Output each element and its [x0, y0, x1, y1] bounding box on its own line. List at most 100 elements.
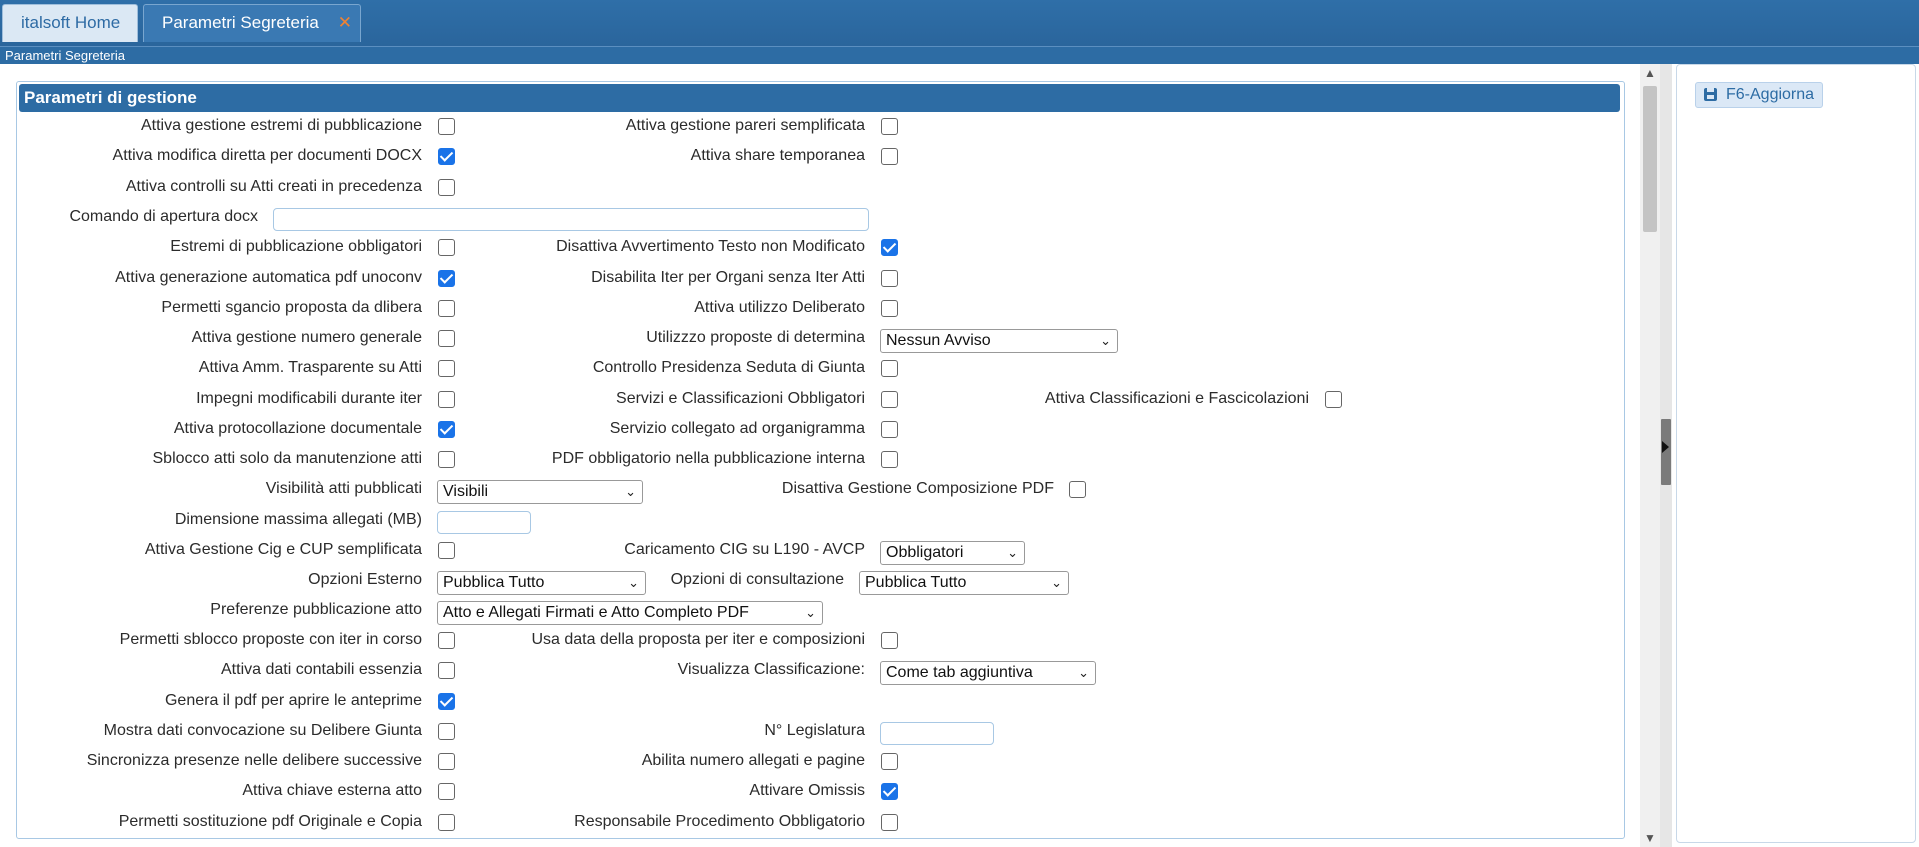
- label-visualizza-classificazione: Visualizza Classificazione:: [677, 661, 865, 678]
- scroll-down-icon[interactable]: ▼: [1644, 831, 1656, 845]
- checkbox-amm-trasparente[interactable]: [438, 360, 455, 377]
- chevron-down-icon: ⌄: [628, 575, 639, 590]
- close-tab-icon[interactable]: ✕: [338, 5, 352, 41]
- label-sgancio-proposta: Permetti sgancio proposta da dlibera: [161, 299, 422, 316]
- label-sblocco-iter: Permetti sblocco proposte con iter in co…: [119, 631, 422, 648]
- input-dimensione-allegati[interactable]: [437, 511, 531, 534]
- checkbox-modifica-docx[interactable]: [438, 148, 455, 165]
- parametri-panel: Parametri di gestione Attiva gestione es…: [16, 81, 1625, 839]
- chevron-down-icon: ⌄: [1051, 575, 1062, 590]
- top-tab-bar: italsoft Home Parametri Segreteria ✕: [0, 0, 1919, 46]
- chevron-down-icon: ⌄: [625, 484, 636, 499]
- label-dati-contabili: Attiva dati contabili essenzia: [221, 661, 422, 678]
- select-value: Come tab aggiuntiva: [886, 664, 1033, 681]
- checkbox-dati-contabili[interactable]: [438, 662, 455, 679]
- checkbox-share-temporanea[interactable]: [881, 148, 898, 165]
- label-controlli-atti: Attiva controlli su Atti creati in prece…: [125, 178, 422, 195]
- label-visibilita-atti: Visibilità atti pubblicati: [265, 480, 422, 497]
- checkbox-cig-cup[interactable]: [438, 542, 455, 559]
- checkbox-presidenza-giunta[interactable]: [881, 360, 898, 377]
- scrollbar-thumb[interactable]: [1643, 86, 1657, 232]
- label-pdf-anteprime: Genera il pdf per aprire le anteprime: [164, 692, 422, 709]
- tab-italsoft-home[interactable]: italsoft Home: [2, 4, 138, 42]
- vertical-scrollbar[interactable]: ▲ ▼: [1640, 64, 1660, 847]
- update-button-label: F6-Aggiorna: [1726, 86, 1815, 103]
- label-legislatura: N° Legislatura: [764, 722, 865, 739]
- select-opzioni-esterno[interactable]: Pubblica Tutto ⌄: [437, 571, 646, 595]
- label-data-proposta: Usa data della proposta per iter e compo…: [531, 631, 865, 648]
- checkbox-estremi-obbligatori[interactable]: [438, 239, 455, 256]
- form-pane: Parametri di gestione Attiva gestione es…: [0, 64, 1660, 847]
- checkbox-mostra-convocazione[interactable]: [438, 723, 455, 740]
- label-opzioni-esterno: Opzioni Esterno: [308, 571, 422, 588]
- checkbox-sincronizza-presenze[interactable]: [438, 753, 455, 770]
- label-numero-allegati: Abilita numero allegati e pagine: [641, 752, 865, 769]
- checkbox-numero-allegati[interactable]: [881, 753, 898, 770]
- breadcrumb: Parametri Segreteria: [0, 46, 1919, 64]
- select-visualizza-classificazione[interactable]: Come tab aggiuntiva ⌄: [880, 661, 1096, 685]
- checkbox-responsabile-obbligatorio[interactable]: [881, 814, 898, 831]
- checkbox-omissis[interactable]: [881, 783, 898, 800]
- checkbox-composizione-pdf[interactable]: [1069, 481, 1086, 498]
- checkbox-disattiva-avvertimento[interactable]: [881, 239, 898, 256]
- checkbox-numero-generale[interactable]: [438, 330, 455, 347]
- label-sostituzione-pdf: Permetti sostituzione pdf Originale e Co…: [118, 813, 422, 830]
- collapse-arrow-icon[interactable]: [1662, 441, 1669, 453]
- checkbox-controlli-atti[interactable]: [438, 179, 455, 196]
- checkbox-impegni-iter[interactable]: [438, 391, 455, 408]
- label-composizione-pdf: Disattiva Gestione Composizione PDF: [781, 480, 1054, 497]
- select-value: Obbligatori: [886, 544, 964, 561]
- label-sblocco-manutenzione: Sblocco atti solo da manutenzione atti: [152, 450, 423, 467]
- tab-parametri-segreteria[interactable]: Parametri Segreteria ✕: [143, 4, 361, 42]
- label-presidenza-giunta: Controllo Presidenza Seduta di Giunta: [592, 359, 865, 376]
- scroll-up-icon[interactable]: ▲: [1644, 66, 1656, 80]
- checkbox-estremi-pubblicazione[interactable]: [438, 118, 455, 135]
- checkbox-sblocco-iter[interactable]: [438, 632, 455, 649]
- checkbox-disabilita-iter[interactable]: [881, 270, 898, 287]
- checkbox-sostituzione-pdf[interactable]: [438, 814, 455, 831]
- chevron-down-icon: ⌄: [805, 605, 816, 620]
- update-button[interactable]: F6-Aggiorna: [1695, 82, 1823, 108]
- label-cig-cup: Attiva Gestione Cig e CUP semplificata: [144, 541, 422, 558]
- checkbox-servizi-obbligatori[interactable]: [881, 391, 898, 408]
- label-disattiva-avvertimento: Disattiva Avvertimento Testo non Modific…: [556, 238, 865, 255]
- select-opzioni-consultazione[interactable]: Pubblica Tutto ⌄: [859, 571, 1069, 595]
- checkbox-servizio-organigramma[interactable]: [881, 421, 898, 438]
- label-classificazioni-fascicolazioni: Attiva Classificazioni e Fascicolazioni: [1044, 390, 1309, 407]
- checkbox-data-proposta[interactable]: [881, 632, 898, 649]
- checkbox-pdf-unoconv[interactable]: [438, 270, 455, 287]
- checkbox-sblocco-manutenzione[interactable]: [438, 451, 455, 468]
- label-caricamento-cig: Caricamento CIG su L190 - AVCP: [624, 541, 865, 558]
- pane-splitter[interactable]: [1660, 64, 1672, 847]
- checkbox-chiave-esterna[interactable]: [438, 783, 455, 800]
- save-icon: [1704, 88, 1717, 101]
- actions-pane: F6-Aggiorna: [1676, 64, 1916, 843]
- label-servizio-organigramma: Servizio collegato ad organigramma: [609, 420, 865, 437]
- input-comando-docx[interactable]: [273, 208, 869, 231]
- label-modifica-docx: Attiva modifica diretta per documenti DO…: [112, 147, 422, 164]
- label-preferenze-pubblicazione: Preferenze pubblicazione atto: [210, 601, 422, 618]
- checkbox-pareri-semplificata[interactable]: [881, 118, 898, 135]
- checkbox-pdf-pubblicazione-interna[interactable]: [881, 451, 898, 468]
- select-proposte-determina[interactable]: Nessun Avviso ⌄: [880, 329, 1118, 353]
- label-numero-generale: Attiva gestione numero generale: [191, 329, 422, 346]
- select-value: Nessun Avviso: [886, 332, 991, 349]
- input-legislatura[interactable]: [880, 722, 994, 745]
- select-visibilita-atti[interactable]: Visibili ⌄: [437, 480, 643, 504]
- label-utilizzo-deliberato: Attiva utilizzo Deliberato: [694, 299, 865, 316]
- label-comando-docx: Comando di apertura docx: [69, 208, 258, 225]
- label-chiave-esterna: Attiva chiave esterna atto: [242, 782, 422, 799]
- select-value: Visibili: [443, 483, 489, 500]
- checkbox-pdf-anteprime[interactable]: [438, 693, 455, 710]
- checkbox-classificazioni-fascicolazioni[interactable]: [1325, 391, 1342, 408]
- label-dimensione-allegati: Dimensione massima allegati (MB): [174, 511, 422, 528]
- checkbox-utilizzo-deliberato[interactable]: [881, 300, 898, 317]
- checkbox-sgancio-proposta[interactable]: [438, 300, 455, 317]
- select-preferenze-pubblicazione[interactable]: Atto e Allegati Firmati e Atto Completo …: [437, 601, 823, 625]
- label-amm-trasparente: Attiva Amm. Trasparente su Atti: [198, 359, 422, 376]
- checkbox-protocollazione[interactable]: [438, 421, 455, 438]
- select-caricamento-cig[interactable]: Obbligatori ⌄: [880, 541, 1025, 565]
- label-responsabile-obbligatorio: Responsabile Procedimento Obbligatorio: [574, 813, 865, 830]
- label-impegni-iter: Impegni modificabili durante iter: [196, 390, 422, 407]
- label-estremi-pubblicazione: Attiva gestione estremi di pubblicazione: [140, 117, 422, 134]
